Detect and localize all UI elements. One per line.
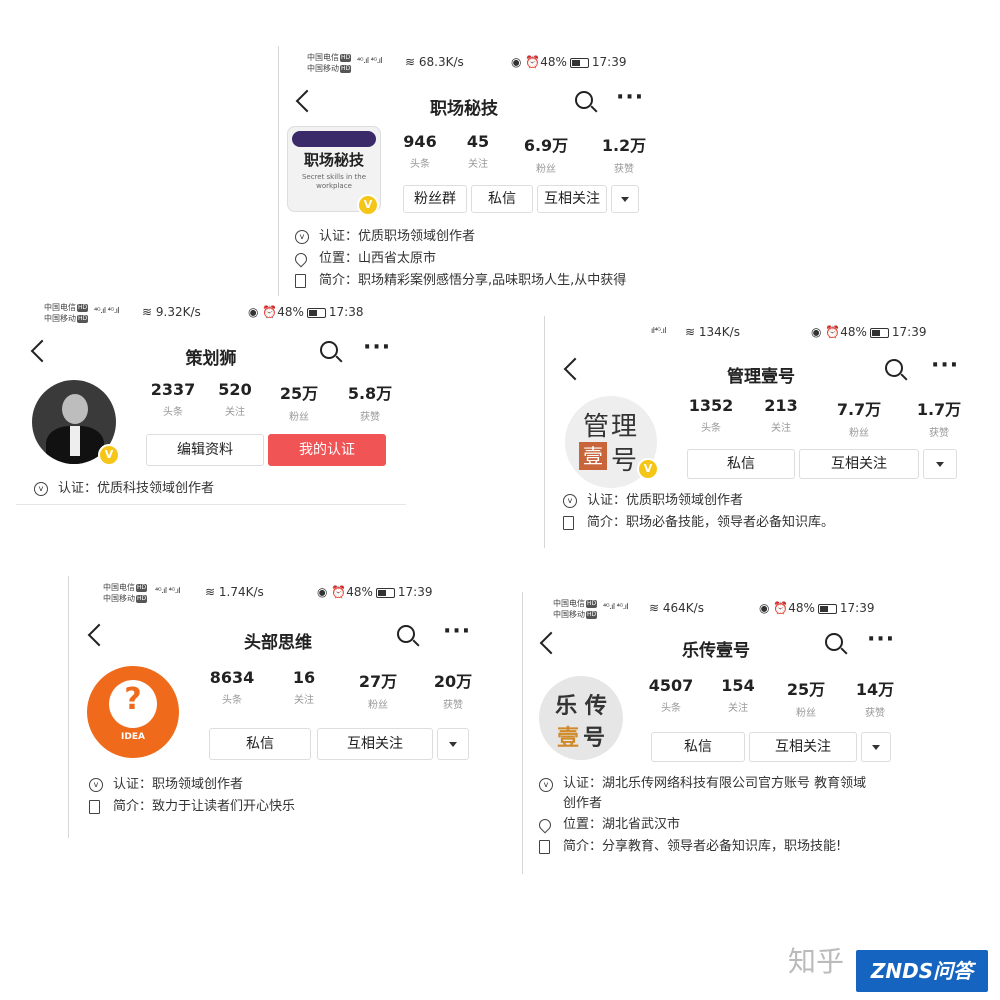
wifi-speed: ≋ 68.3K/s (405, 55, 464, 69)
edit-profile-button[interactable]: 编辑资料 (146, 434, 264, 466)
wifi-speed: ≋ 1.74K/s (205, 585, 264, 599)
signal-icon: ⁴ᴳ.ıl ⁴ᴳ.ıl (603, 602, 629, 611)
profile-info: v 认证：优质职场领域创作者 位置：山西省太原市 简介：职场精彩案例感悟分享,品味… (292, 226, 645, 292)
location-icon (292, 250, 310, 268)
more-icon[interactable]: ··· (931, 355, 959, 377)
message-button[interactable]: 私信 (651, 732, 745, 762)
mutual-follow-button[interactable]: 互相关注 (749, 732, 857, 762)
page-title: 策划狮 (185, 349, 237, 369)
message-button[interactable]: 私信 (209, 728, 311, 760)
signal-icon: ıl⁴ᴳ.ıl (651, 326, 667, 335)
mutual-follow-button[interactable]: 互相关注 (799, 449, 919, 479)
search-icon[interactable] (575, 91, 593, 109)
search-icon[interactable] (885, 359, 903, 377)
more-icon[interactable]: ··· (443, 621, 471, 643)
message-button[interactable]: 私信 (471, 185, 533, 213)
stats: 8634 头条 16 关注 27万 粉丝 20万 获赞 (209, 668, 473, 711)
verified-badge-icon: V (98, 444, 120, 466)
profile-info: v 认证：优质职场领域创作者 简介：职场必备技能，领导者必备知识库。 (563, 490, 973, 534)
wifi-speed: ≋ 9.32K/s (142, 305, 201, 319)
search-icon[interactable] (825, 633, 843, 651)
page-title: 管理壹号 (727, 367, 795, 387)
status-bar: ıl⁴ᴳ.ıl ≋ 134K/s ◉ ⏰48% 17:39 (651, 325, 927, 339)
verified-badge-icon: V (357, 194, 379, 216)
search-icon[interactable] (397, 625, 415, 643)
zhihu-watermark: 知乎 (788, 945, 845, 978)
verified-icon: v (539, 778, 553, 792)
avatar[interactable]: 乐 传 壹 号 (539, 676, 623, 760)
verified-icon: v (563, 494, 577, 508)
profile-info: v 认证：职场领域创作者 简介：致力于让读者们开心快乐 (89, 774, 479, 818)
page-title: 乐传壹号 (682, 641, 750, 661)
dropdown-button[interactable] (611, 185, 639, 213)
stats: 2337 头条 520 关注 25万 粉丝 5.8万 获赞 (150, 380, 393, 423)
intro-icon (295, 274, 306, 288)
more-icon[interactable]: ··· (616, 87, 644, 109)
more-icon[interactable]: ··· (867, 629, 895, 651)
avatar[interactable]: ? IDEA (87, 666, 179, 758)
my-certification-button[interactable]: 我的认证 (268, 434, 386, 466)
message-button[interactable]: 私信 (687, 449, 795, 479)
location-icon (536, 816, 554, 834)
wifi-speed: ≋ 464K/s (649, 601, 704, 615)
signal-icon: ⁴ᴳ.ıl ⁴ᴳ.ıl (94, 306, 120, 315)
dropdown-button[interactable] (437, 728, 469, 760)
profile-card-lechuan: 中国电信 HD 中国移动 HD ⁴ᴳ.ıl ⁴ᴳ.ıl ≋ 464K/s ◉ ⏰48… (522, 592, 909, 874)
intro-icon (563, 516, 574, 530)
more-icon[interactable]: ··· (363, 337, 391, 359)
status-bar: 中国电信 HD 中国移动 HD ⁴ᴳ.ıl ⁴ᴳ.ıl ≋ 464K/s ◉ ⏰48… (553, 599, 875, 619)
profile-info: v 认证：湖北乐传网络科技有限公司官方账号 教育领域 创作者 位置：湖北省武汉市 … (536, 774, 905, 858)
status-bar: 中国电信 HD 中国移动 HD ⁴ᴳ.ıl ⁴ᴳ.ıl ≋ 9.32K/s ◉ ⏰4… (44, 303, 364, 323)
verified-icon: v (34, 482, 48, 496)
dropdown-button[interactable] (861, 732, 891, 762)
wifi-speed: ≋ 134K/s (685, 325, 740, 339)
profile-card-cehuashi: 中国电信 HD 中国移动 HD ⁴ᴳ.ıl ⁴ᴳ.ıl ≋ 9.32K/s ◉ ⏰4… (16, 296, 406, 505)
intro-icon (89, 800, 100, 814)
profile-card-guanli: ıl⁴ᴳ.ıl ≋ 134K/s ◉ ⏰48% 17:39 管理壹号 ··· 管理… (544, 316, 977, 548)
verified-icon: v (295, 230, 309, 244)
znds-logo: ZNDS问答 (856, 950, 988, 992)
verified-badge-icon: V (637, 458, 659, 480)
fan-group-button[interactable]: 粉丝群 (403, 185, 467, 213)
stats: 4507 头条 154 关注 25万 粉丝 14万 获赞 (648, 676, 895, 719)
verified-icon: v (89, 778, 103, 792)
intro-icon (539, 840, 550, 854)
signal-icon: ⁴ᴳ.ıl ⁴ᴳ.ıl (357, 56, 383, 65)
profile-info: v 认证：优质科技领域创作者 (34, 478, 394, 500)
search-icon[interactable] (320, 341, 338, 359)
status-bar: 中国电信 HD 中国移动 HD ⁴ᴳ.ıl ⁴ᴳ.ıl ≋ 1.74K/s ◉ ⏰4… (103, 583, 433, 603)
status-bar: 中国电信 HD 中国移动 HD ⁴ᴳ.ıl ⁴ᴳ.ıl ≋ 68.3K/s ◉ ⏰4… (307, 53, 627, 73)
mutual-follow-button[interactable]: 互相关注 (317, 728, 433, 760)
profile-card-zhichang: 中国电信 HD 中国移动 HD ⁴ᴳ.ıl ⁴ᴳ.ıl ≋ 68.3K/s ◉ ⏰4… (278, 46, 649, 300)
mutual-follow-button[interactable]: 互相关注 (537, 185, 607, 213)
profile-card-toubu: 中国电信 HD 中国移动 HD ⁴ᴳ.ıl ⁴ᴳ.ıl ≋ 1.74K/s ◉ ⏰4… (68, 576, 487, 838)
page-title: 头部思维 (244, 633, 312, 653)
signal-icon: ⁴ᴳ.ıl ⁴ᴳ.ıl (155, 586, 181, 595)
stats: 946 头条 45 关注 6.9万 粉丝 1.2万 获赞 (403, 132, 647, 175)
dropdown-button[interactable] (923, 449, 957, 479)
stats: 1352 头条 213 关注 7.7万 粉丝 1.7万 获赞 (688, 396, 962, 439)
